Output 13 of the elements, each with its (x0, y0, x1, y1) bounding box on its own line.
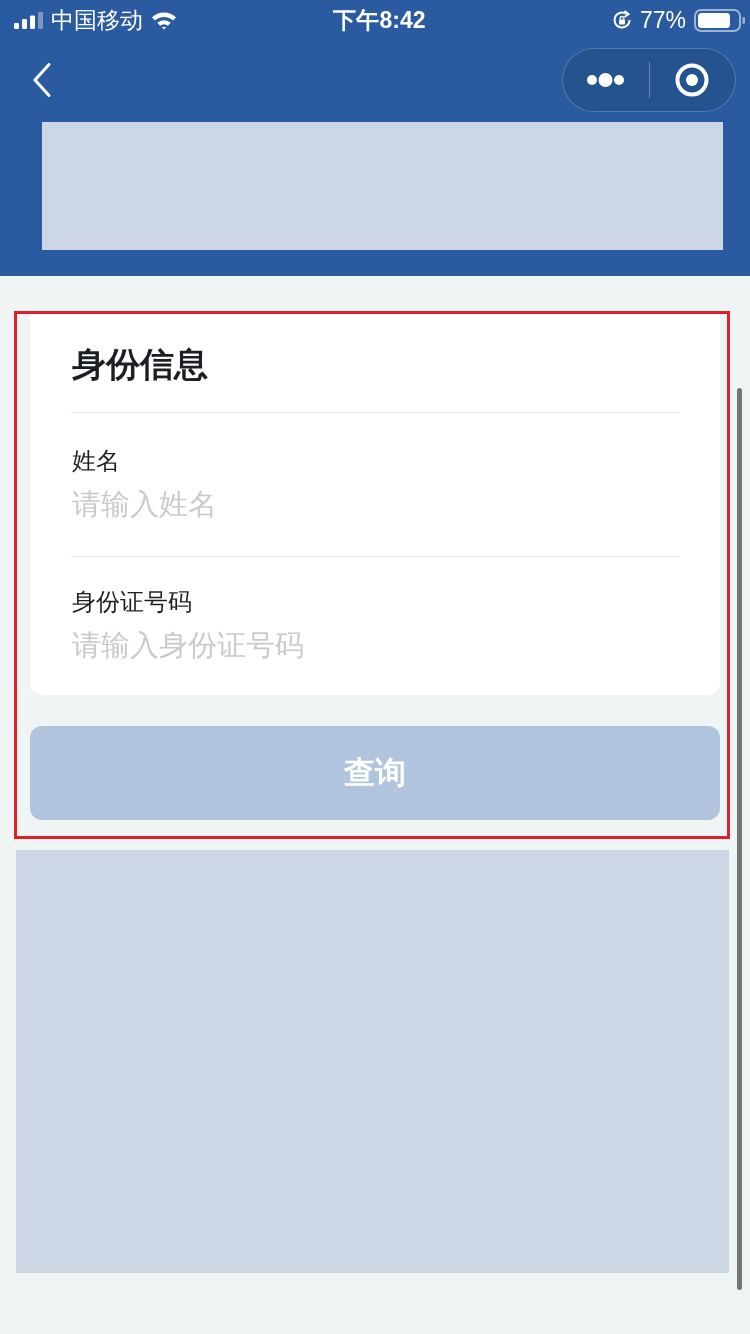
signal-icon (14, 11, 43, 29)
battery-percent: 77% (639, 6, 686, 35)
chevron-left-icon (33, 63, 51, 97)
field-label: 身份证号码 (71, 587, 192, 617)
wifi-icon (151, 10, 177, 30)
status-time: 下午8:42 (333, 6, 426, 35)
ring-dot-icon (675, 63, 710, 97)
carrier-name: 中国移动 (51, 6, 143, 35)
dots-icon (587, 73, 625, 87)
battery-icon (694, 8, 745, 32)
field-label: 姓名 (71, 446, 120, 476)
rotation-lock-icon (611, 10, 632, 30)
form-title: 身份信息 (71, 344, 208, 385)
